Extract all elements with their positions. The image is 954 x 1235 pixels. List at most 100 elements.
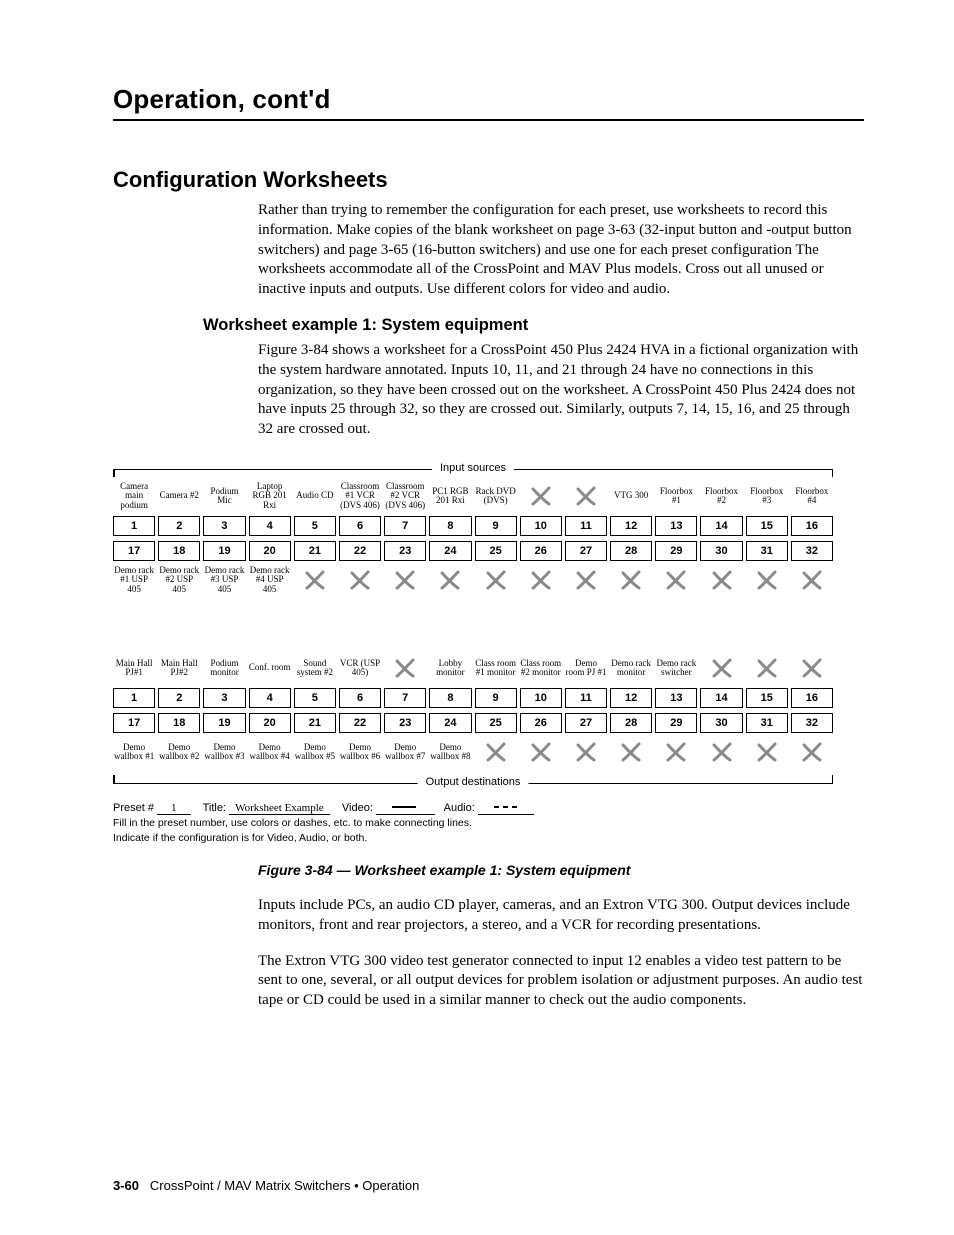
number-cell: 19 bbox=[203, 541, 245, 561]
annotation-cell: Classroom #1 VCR (DVS 406) bbox=[339, 480, 381, 512]
crossed-out-cell bbox=[791, 736, 833, 768]
number-cell: 27 bbox=[565, 541, 607, 561]
number-cell: 20 bbox=[249, 713, 291, 733]
number-cell: 1 bbox=[113, 688, 155, 708]
number-cell: 30 bbox=[700, 541, 742, 561]
preset-label: Preset # bbox=[113, 802, 154, 814]
number-cell: 20 bbox=[249, 541, 291, 561]
crossed-out-cell bbox=[339, 564, 381, 596]
footer-title: CrossPoint / MAV Matrix Switchers • Oper… bbox=[150, 1178, 419, 1193]
video-label: Video: bbox=[342, 802, 373, 814]
header-rule bbox=[113, 119, 864, 121]
annotation-cell: Demo wallbox #8 bbox=[429, 736, 471, 768]
number-cell: 9 bbox=[475, 516, 517, 536]
number-cell: 21 bbox=[294, 713, 336, 733]
number-cell: 22 bbox=[339, 713, 381, 733]
number-cell: 28 bbox=[610, 713, 652, 733]
input-numbers-row1: 12345678910111213141516 bbox=[113, 516, 833, 536]
crossed-out-cell bbox=[520, 564, 562, 596]
number-cell: 2 bbox=[158, 516, 200, 536]
annotation-cell: Sound system #2 bbox=[294, 652, 336, 684]
video-line-icon bbox=[376, 802, 435, 815]
number-cell: 24 bbox=[429, 713, 471, 733]
annotation-cell: Demo wallbox #5 bbox=[294, 736, 336, 768]
inputs-paragraph: Inputs include PCs, an audio CD player, … bbox=[258, 896, 864, 936]
annotation-cell: Class room #1 monitor bbox=[475, 652, 517, 684]
annotation-cell: Audio CD bbox=[294, 480, 336, 512]
annotation-cell: Demo rack #4 USP 405 bbox=[249, 564, 291, 596]
note-1: Fill in the preset number, use colors or… bbox=[113, 817, 833, 829]
number-cell: 15 bbox=[746, 688, 788, 708]
annotation-cell: Demo rack switcher bbox=[655, 652, 697, 684]
number-cell: 22 bbox=[339, 541, 381, 561]
annotation-cell: Main Hall PJ#2 bbox=[158, 652, 200, 684]
input-sources-label: Input sources bbox=[432, 462, 514, 474]
number-cell: 18 bbox=[158, 541, 200, 561]
annotation-cell: Lobby monitor bbox=[429, 652, 471, 684]
number-cell: 12 bbox=[610, 516, 652, 536]
number-cell: 32 bbox=[791, 713, 833, 733]
crossed-out-cell bbox=[384, 652, 426, 684]
crossed-out-cell bbox=[610, 564, 652, 596]
number-cell: 29 bbox=[655, 713, 697, 733]
annotation-cell: VCR (USP 405) bbox=[339, 652, 381, 684]
input-bracket: Input sources bbox=[113, 460, 833, 480]
annotation-cell: Demo rack #2 USP 405 bbox=[158, 564, 200, 596]
number-cell: 5 bbox=[294, 516, 336, 536]
crossed-out-cell bbox=[655, 736, 697, 768]
output-annotations-top: Main Hall PJ#1Main Hall PJ#2Podium monit… bbox=[113, 652, 833, 684]
annotation-cell: Rack DVD (DVS) bbox=[475, 480, 517, 512]
number-cell: 27 bbox=[565, 713, 607, 733]
annotation-cell: Podium Mic bbox=[203, 480, 245, 512]
annotation-cell: Demo wallbox #7 bbox=[384, 736, 426, 768]
annotation-cell: Floorbox #2 bbox=[700, 480, 742, 512]
number-cell: 11 bbox=[565, 516, 607, 536]
worksheet-figure: Input sources Camera main podiumCamera #… bbox=[113, 460, 833, 844]
vtg-paragraph: The Extron VTG 300 video test generator … bbox=[258, 952, 864, 1011]
crossed-out-cell bbox=[791, 564, 833, 596]
output-bracket: Output destinations bbox=[113, 774, 833, 794]
input-annotations-top: Camera main podiumCamera #2Podium MicLap… bbox=[113, 480, 833, 512]
annotation-cell: Laptop RGB 201 Rxi bbox=[249, 480, 291, 512]
number-cell: 17 bbox=[113, 713, 155, 733]
number-cell: 4 bbox=[249, 688, 291, 708]
number-cell: 16 bbox=[791, 688, 833, 708]
annotation-cell: Demo rack #3 USP 405 bbox=[203, 564, 245, 596]
preset-line: Preset # 1 Title: Worksheet Example Vide… bbox=[113, 802, 833, 814]
audio-label: Audio: bbox=[444, 802, 475, 814]
crossed-out-cell bbox=[700, 736, 742, 768]
annotation-cell: Main Hall PJ#1 bbox=[113, 652, 155, 684]
crossed-out-cell bbox=[475, 736, 517, 768]
crossed-out-cell bbox=[565, 736, 607, 768]
number-cell: 4 bbox=[249, 516, 291, 536]
number-cell: 25 bbox=[475, 713, 517, 733]
crossed-out-cell bbox=[294, 564, 336, 596]
annotation-cell: Demo rack monitor bbox=[610, 652, 652, 684]
audio-line-icon bbox=[478, 802, 534, 815]
annotation-cell: Demo wallbox #1 bbox=[113, 736, 155, 768]
crossed-out-cell bbox=[746, 736, 788, 768]
input-annotations-bottom: Demo rack #1 USP 405Demo rack #2 USP 405… bbox=[113, 564, 833, 596]
crossed-out-cell bbox=[520, 736, 562, 768]
figure-caption: Figure 3-84 — Worksheet example 1: Syste… bbox=[258, 862, 864, 878]
example-paragraph: Figure 3-84 shows a worksheet for a Cros… bbox=[258, 341, 864, 440]
annotation-cell: PC1 RGB 201 Rxi bbox=[429, 480, 471, 512]
crossed-out-cell bbox=[565, 480, 607, 512]
annotation-cell: Floorbox #4 bbox=[791, 480, 833, 512]
crossed-out-cell bbox=[384, 564, 426, 596]
annotation-cell: Floorbox #1 bbox=[655, 480, 697, 512]
annotation-cell: VTG 300 bbox=[610, 480, 652, 512]
page-header: Operation, cont'd bbox=[113, 84, 864, 115]
number-cell: 23 bbox=[384, 541, 426, 561]
number-cell: 9 bbox=[475, 688, 517, 708]
number-cell: 16 bbox=[791, 516, 833, 536]
crossed-out-cell bbox=[746, 652, 788, 684]
number-cell: 23 bbox=[384, 713, 426, 733]
annotation-cell: Camera #2 bbox=[158, 480, 200, 512]
number-cell: 14 bbox=[700, 688, 742, 708]
crossed-out-cell bbox=[791, 652, 833, 684]
annotation-cell: Demo room PJ #1 bbox=[565, 652, 607, 684]
section-heading: Configuration Worksheets bbox=[113, 167, 864, 193]
number-cell: 7 bbox=[384, 516, 426, 536]
output-annotations-bottom: Demo wallbox #1Demo wallbox #2Demo wallb… bbox=[113, 736, 833, 768]
